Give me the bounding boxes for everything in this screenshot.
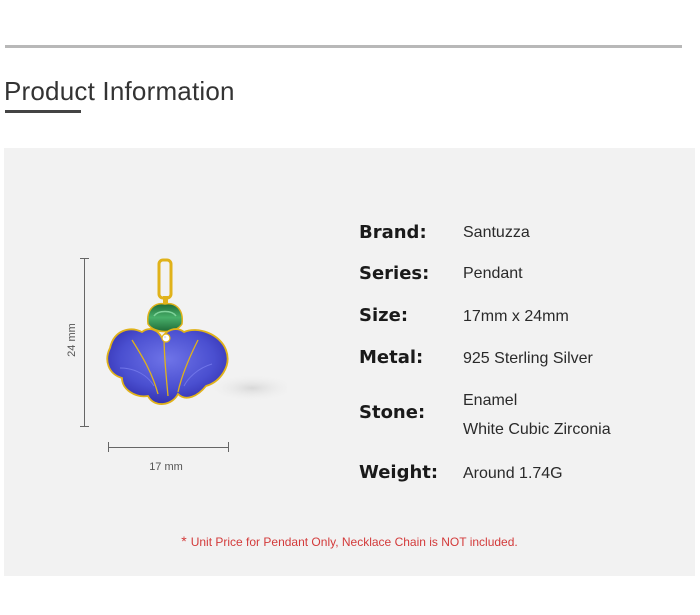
top-divider: [5, 45, 682, 48]
width-dimension-cap-right: [228, 442, 229, 452]
stone-value-1: Enamel: [463, 392, 518, 409]
note-text: Unit Price for Pendant Only, Necklace Ch…: [190, 535, 518, 549]
height-dimension-line: [84, 258, 85, 426]
title-underline: [5, 110, 81, 113]
series-value: Pendant: [463, 265, 523, 282]
metal-value: 925 Sterling Silver: [463, 350, 593, 367]
stone-value-2: White Cubic Zirconia: [463, 421, 611, 438]
section-title: Product Information: [4, 76, 235, 106]
width-dimension-line: [108, 447, 228, 448]
metal-label: Metal:: [359, 347, 424, 368]
series-label: Series:: [359, 263, 430, 284]
height-dimension-cap-bottom: [80, 426, 89, 427]
product-info-panel: 24 mm 17 mm Brand: Santuzza Series: Pend…: [4, 148, 695, 576]
pendant-image: [106, 258, 287, 405]
stone-label: Stone:: [359, 402, 426, 423]
size-label: Size:: [359, 305, 409, 326]
size-value: 17mm x 24mm: [463, 308, 569, 325]
height-dimension-cap-top: [80, 258, 89, 259]
price-note: * Unit Price for Pendant Only, Necklace C…: [4, 533, 695, 549]
weight-label: Weight:: [359, 462, 439, 483]
note-asterisk: *: [181, 533, 187, 549]
width-dimension-cap-left: [108, 442, 109, 452]
brand-value: Santuzza: [463, 224, 530, 241]
weight-value: Around 1.74G: [463, 465, 563, 482]
height-dimension-label: 24 mm: [66, 323, 78, 357]
brand-label: Brand:: [359, 222, 427, 243]
width-dimension-label: 17 mm: [149, 461, 183, 473]
